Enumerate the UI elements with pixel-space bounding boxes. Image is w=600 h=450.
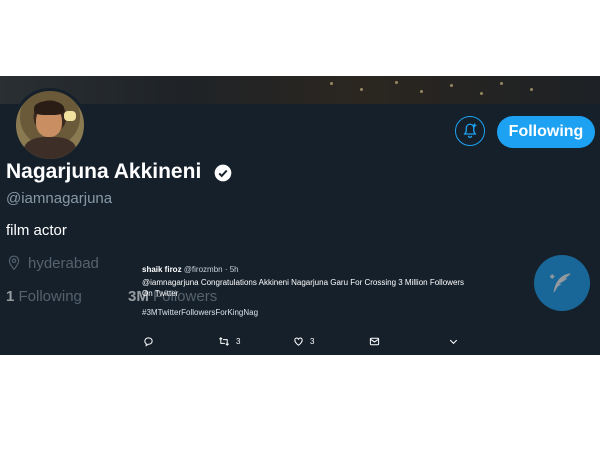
profile-banner [0, 76, 600, 104]
following-stat[interactable]: 1 Following [6, 288, 82, 305]
notifications-bell-button[interactable] [455, 116, 485, 146]
following-label: Following [18, 288, 82, 305]
verified-badge-icon [214, 164, 232, 182]
bell-add-icon [463, 123, 477, 138]
following-button[interactable]: Following [497, 116, 595, 148]
profile-bio: film actor [6, 222, 67, 239]
direct-message-button[interactable] [369, 336, 380, 347]
reply-icon [144, 337, 153, 347]
retweet-count: 3 [236, 337, 241, 346]
reply-button[interactable] [143, 336, 154, 347]
tweet-author-name[interactable]: shaik firoz [142, 265, 182, 274]
tweet-time: · 5h [224, 265, 239, 274]
like-icon [294, 337, 303, 346]
profile-name: Nagarjuna Akkineni [6, 160, 202, 183]
location-pin-icon [8, 255, 20, 271]
following-count: 1 [6, 288, 15, 305]
direct-message-icon [369, 337, 380, 346]
tweet-text: @iamnagarjuna Congratulations Akkineni N… [142, 278, 465, 298]
avatar[interactable] [13, 88, 87, 162]
like-count: 3 [310, 337, 315, 346]
chevron-down-icon [449, 339, 458, 345]
tweet-author-handle[interactable]: @firozmbn [184, 265, 223, 274]
tweet-header: shaik firoz @firozmbn · 5h [142, 264, 472, 275]
more-options-button[interactable] [448, 336, 459, 347]
tweet-hashtag[interactable]: #3MTwitterFollowersForKingNag [142, 307, 472, 318]
retweet-icon [219, 337, 229, 346]
compose-tweet-button[interactable] [534, 255, 590, 311]
compose-tweet-icon [550, 273, 571, 293]
tweet-actions: 3 3 [0, 336, 600, 352]
like-button[interactable]: 3 [293, 336, 314, 347]
profile-handle: @iamnagarjuna [6, 190, 113, 207]
tweet[interactable]: shaik firoz @firozmbn · 5h @iamnagarjuna… [142, 264, 472, 318]
profile-location: hyderabad [28, 255, 99, 272]
retweet-button[interactable]: 3 [218, 336, 240, 347]
